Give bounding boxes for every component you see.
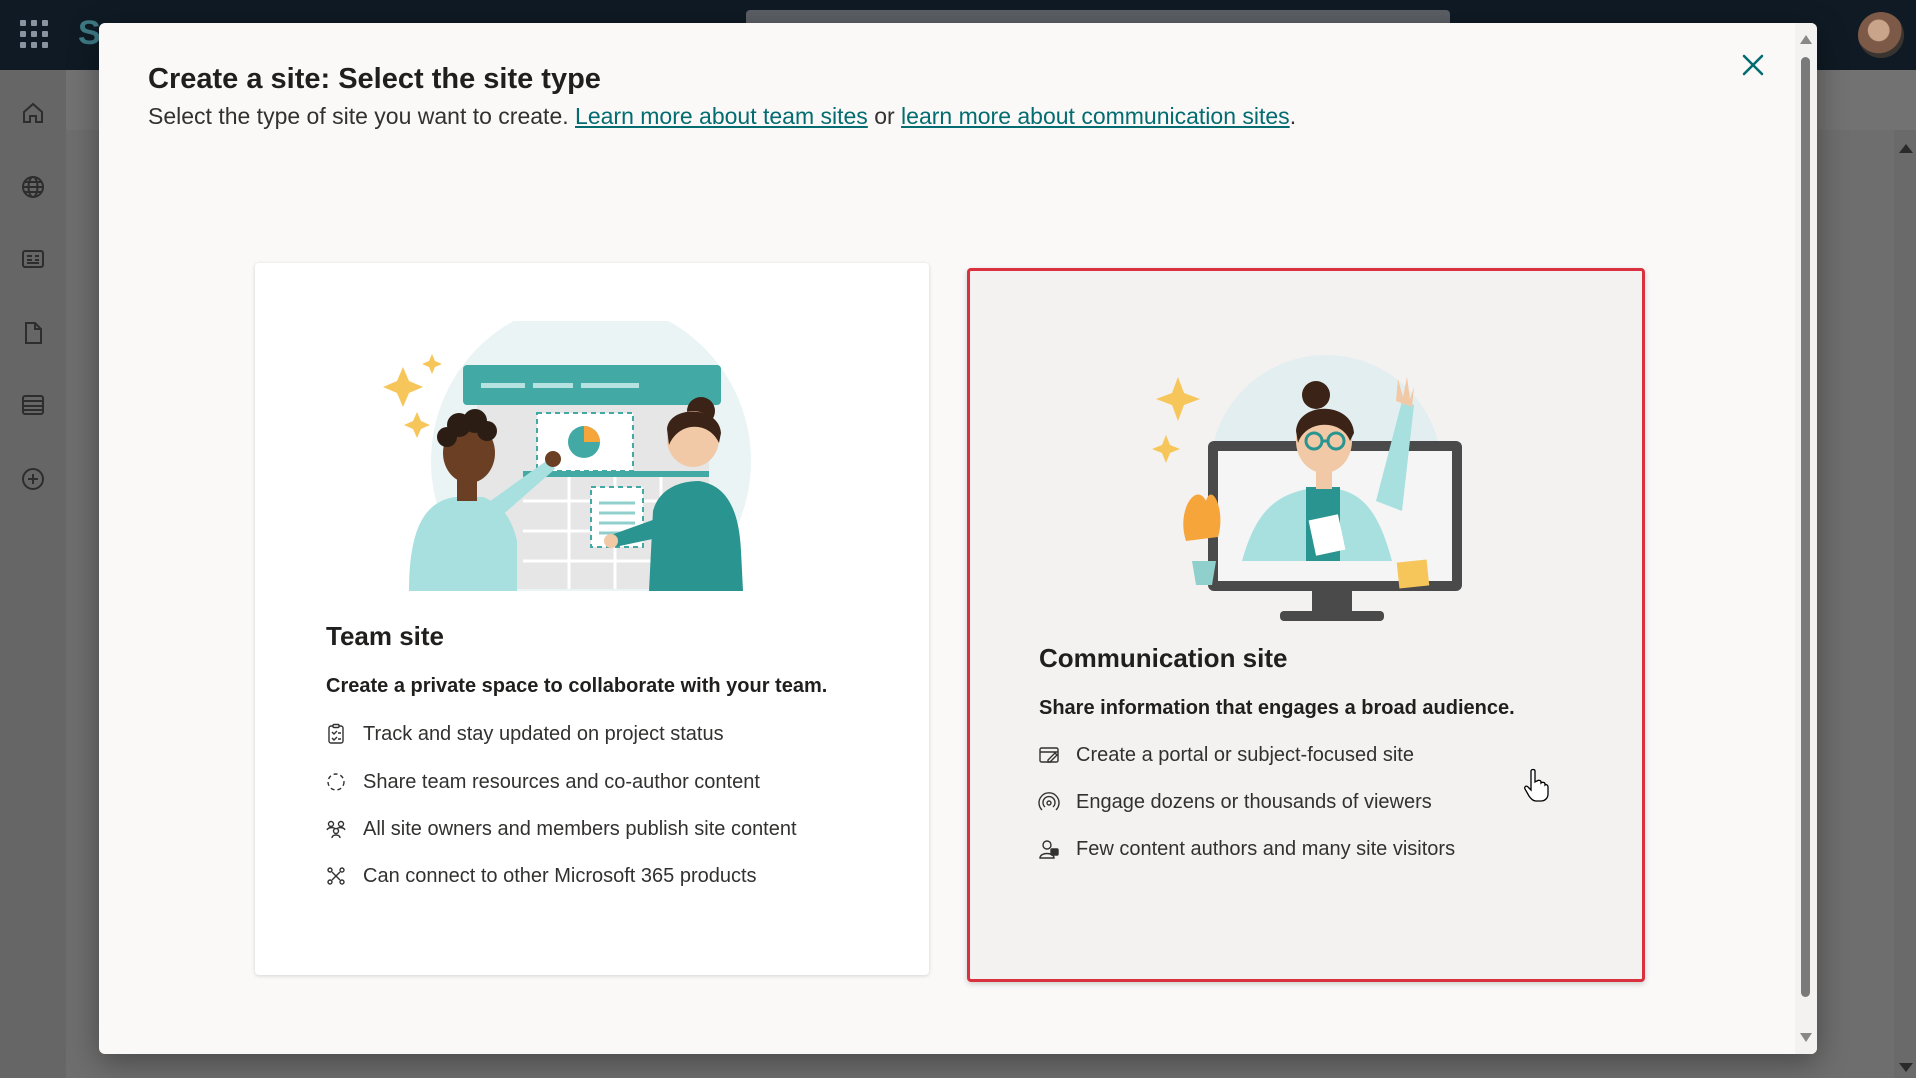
document-icon[interactable]: [20, 320, 46, 346]
app-launcher-icon[interactable]: [20, 20, 48, 48]
comm-feature-3: Few content authors and many site visito…: [1036, 836, 1455, 862]
team-site-title: Team site: [326, 621, 445, 651]
comm-feature-1-text: Create a portal or subject-focused site: [1076, 743, 1414, 766]
team-feature-1: Track and stay updated on project status: [323, 721, 724, 747]
portal-edit-icon: [1036, 742, 1062, 768]
news-icon[interactable]: [20, 246, 46, 272]
broadcast-icon: [1036, 789, 1062, 815]
communication-site-card[interactable]: Communication site Share information tha…: [967, 268, 1645, 982]
scrollbar-thumb[interactable]: [1801, 57, 1810, 997]
comm-feature-3-text: Few content authors and many site visito…: [1076, 837, 1456, 860]
team-feature-4: Can connect to other Microsoft 365 produ…: [323, 863, 757, 889]
subtitle-or: or: [867, 103, 902, 129]
scroll-up-icon[interactable]: [1800, 35, 1812, 44]
hand-pointer-icon: [1522, 768, 1550, 802]
close-icon: [1742, 54, 1764, 76]
sync-circle-icon: [323, 769, 349, 795]
dialog-title: Create a site: Select the site type: [148, 63, 601, 95]
communication-site-title: Communication site: [1039, 643, 1288, 673]
comm-feature-1: Create a portal or subject-focused site: [1036, 742, 1414, 768]
connector-icon: [323, 863, 349, 889]
team-site-card[interactable]: Team site Create a private space to coll…: [255, 263, 929, 975]
home-icon[interactable]: [20, 100, 46, 126]
team-feature-2-text: Share team resources and co-author conte…: [363, 770, 760, 793]
globe-icon[interactable]: [20, 174, 46, 200]
avatar[interactable]: [1858, 12, 1904, 58]
close-button[interactable]: [1733, 45, 1773, 85]
scroll-down-icon[interactable]: [1800, 1033, 1812, 1042]
brand-logo: S: [78, 14, 101, 52]
clipboard-icon: [323, 721, 349, 747]
dialog-scrollbar[interactable]: [1795, 23, 1817, 1054]
subtitle-prefix: Select the type of site you want to crea…: [148, 103, 576, 129]
left-nav-rail: [0, 70, 66, 1078]
team-feature-1-text: Track and stay updated on project status: [363, 722, 724, 745]
learn-more-communication-sites-link[interactable]: learn more about communication sites: [901, 103, 1290, 129]
team-site-description: Create a private space to collaborate wi…: [326, 675, 828, 697]
person-feedback-icon: [1036, 836, 1062, 862]
team-feature-3-text: All site owners and members publish site…: [363, 817, 797, 840]
page-scrollbar[interactable]: [1894, 130, 1916, 1078]
comm-feature-2: Engage dozens or thousands of viewers: [1036, 789, 1432, 815]
create-site-dialog: Create a site: Select the site type Sele…: [99, 23, 1817, 1054]
communication-site-description: Share information that engages a broad a…: [1039, 697, 1515, 719]
team-feature-3: All site owners and members publish site…: [323, 816, 797, 842]
add-circle-icon[interactable]: [20, 466, 46, 492]
people-icon: [323, 816, 349, 842]
learn-more-team-sites-link[interactable]: Learn more about team sites: [575, 103, 868, 129]
list-icon[interactable]: [20, 392, 46, 418]
team-feature-2: Share team resources and co-author conte…: [323, 769, 760, 795]
subtitle-suffix: .: [1289, 103, 1297, 129]
dialog-subtitle: Select the type of site you want to crea…: [148, 103, 1296, 130]
team-site-illustration: [379, 301, 799, 621]
communication-site-illustration: [1146, 341, 1476, 631]
comm-feature-2-text: Engage dozens or thousands of viewers: [1076, 790, 1432, 813]
team-feature-4-text: Can connect to other Microsoft 365 produ…: [363, 864, 757, 887]
